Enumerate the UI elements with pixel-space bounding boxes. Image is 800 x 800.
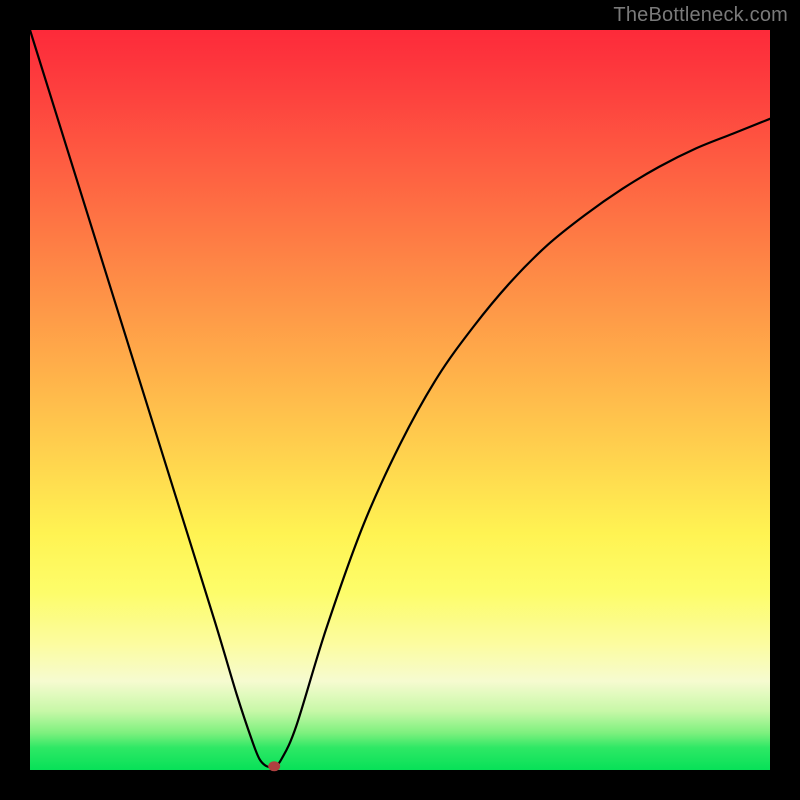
watermark-text: TheBottleneck.com: [613, 4, 788, 27]
bottleneck-curve: [30, 30, 770, 767]
curve-svg: [30, 30, 770, 770]
chart-frame: TheBottleneck.com: [0, 0, 800, 800]
plot-area: [30, 30, 770, 770]
optimum-marker: [268, 761, 280, 771]
